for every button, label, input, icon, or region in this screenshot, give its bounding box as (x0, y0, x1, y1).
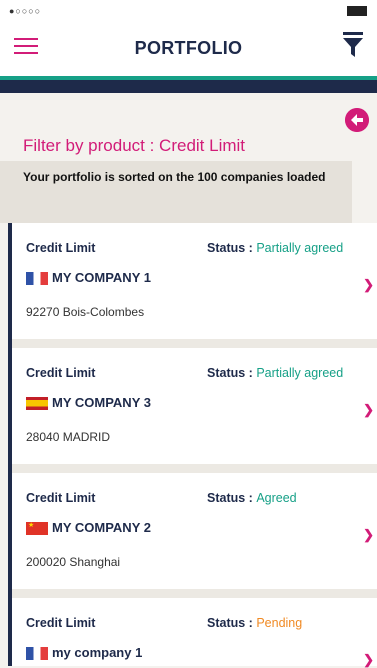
product-label: Credit Limit (26, 616, 96, 630)
status: Status : Partially agreed (207, 241, 343, 255)
list-item[interactable]: Credit Limit Status : Pending my company… (12, 598, 377, 667)
status: Status : Partially agreed (207, 366, 343, 380)
status-bar: ●○○○○ (0, 0, 377, 22)
status-label: Status : (207, 366, 253, 380)
status-value: Partially agreed (256, 366, 344, 380)
company-name: MY COMPANY 2 (52, 520, 151, 535)
chevron-right-icon: ❯ (363, 277, 374, 292)
list-item[interactable]: Credit Limit Status : Agreed MY COMPANY … (12, 473, 377, 589)
company-city: 92270 Bois-Colombes (26, 305, 145, 319)
header-accent-navy (0, 80, 377, 93)
chevron-right-icon: ❯ (363, 402, 374, 417)
product-label: Credit Limit (26, 491, 96, 505)
sorted-note-text: Your portfolio is sorted on the 100 comp… (23, 170, 326, 184)
back-arrow-icon[interactable] (345, 108, 369, 132)
status: Status : Pending (207, 616, 302, 630)
list-item[interactable]: Credit Limit Status : Partially agreed M… (12, 348, 377, 464)
company-name: MY COMPANY 1 (52, 270, 151, 285)
divider (12, 339, 377, 348)
company-name: my company 1 (52, 645, 143, 660)
france-flag-icon (26, 647, 48, 660)
china-flag-icon (26, 521, 48, 535)
company-city: 200020 Shanghai (26, 555, 121, 569)
sorted-note: Your portfolio is sorted on the 100 comp… (0, 161, 352, 223)
app-header: PORTFOLIO (0, 22, 377, 76)
france-flag-icon (26, 272, 48, 285)
status-value: Partially agreed (256, 241, 344, 255)
filter-title: Filter by product : Credit Limit (23, 136, 246, 155)
status-value: Pending (256, 616, 303, 630)
product-label: Credit Limit (26, 241, 96, 255)
portfolio-list: Credit Limit Status : Partially agreed M… (8, 223, 377, 667)
product-label: Credit Limit (26, 366, 96, 380)
status-label: Status : (207, 241, 253, 255)
signal-icon: ●○○○○ (9, 6, 42, 16)
status-label: Status : (207, 616, 253, 630)
company-city: 28040 MADRID (26, 430, 111, 444)
list-item[interactable]: Credit Limit Status : Partially agreed M… (12, 223, 377, 339)
status-value: Agreed (256, 491, 297, 505)
divider (12, 464, 377, 473)
status-label: Status : (207, 491, 253, 505)
spain-flag-icon (26, 397, 48, 410)
company-name: MY COMPANY 3 (52, 395, 151, 410)
battery-icon (347, 6, 367, 16)
divider (12, 589, 377, 598)
chevron-right-icon: ❯ (363, 527, 374, 542)
page-title: PORTFOLIO (134, 38, 243, 58)
status: Status : Agreed (207, 491, 297, 505)
filter-funnel-icon[interactable] (343, 32, 363, 58)
